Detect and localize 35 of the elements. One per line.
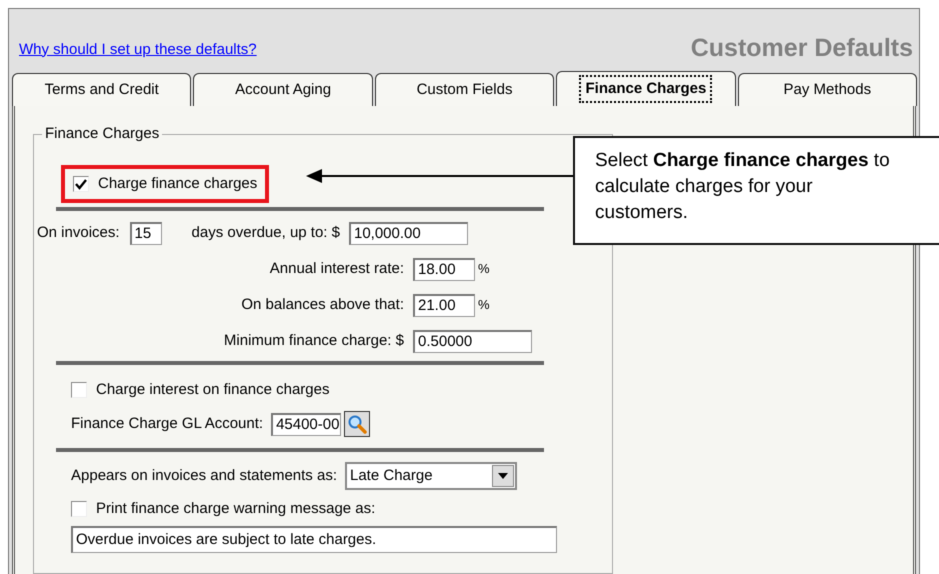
input-field[interactable]: 21.00	[413, 294, 475, 316]
input-field[interactable]: 15	[130, 222, 162, 244]
checkbox-label: Charge interest on finance charges	[96, 380, 330, 400]
unit-label: %	[478, 260, 490, 278]
help-link[interactable]: Why should I set up these defaults?	[19, 38, 257, 61]
caret-icon	[492, 465, 514, 487]
group-title: Finance Charges	[42, 125, 162, 143]
search-button[interactable]	[344, 411, 370, 437]
field-label: Finance Charge GL Account:	[71, 414, 264, 434]
input-field[interactable]: 18.00	[413, 258, 475, 280]
field-label: On balances above that:	[240, 294, 404, 315]
checkbox[interactable]	[73, 176, 89, 192]
field-label: Appears on invoices and statements as:	[71, 466, 337, 486]
input-field[interactable]: 10,000.00	[348, 222, 468, 244]
field-label: Annual interest rate:	[268, 258, 404, 279]
field-label: On invoices:	[37, 222, 120, 243]
field-label: days overdue, up to: $	[192, 222, 340, 243]
tab[interactable]: Custom Fields	[374, 73, 554, 106]
checkbox-label: Print finance charge warning message as:	[96, 498, 376, 519]
tab[interactable]: Terms and Credit	[12, 73, 192, 106]
unit-label: %	[478, 296, 490, 314]
input-field[interactable]: Overdue invoices are subject to late charges.	[71, 526, 557, 553]
page-title: Customer Defaults	[690, 36, 913, 61]
search-icon	[347, 414, 368, 434]
checkbox[interactable]	[71, 382, 87, 398]
checkbox-label: Charge finance charges	[98, 174, 258, 194]
input-field[interactable]: 0.50000	[413, 330, 532, 352]
input-field[interactable]: 45400-00	[271, 412, 342, 436]
tab[interactable]: Finance Charges	[556, 71, 736, 106]
checkbox[interactable]	[71, 501, 87, 517]
dropdown[interactable]: Late Charge	[345, 462, 517, 490]
callout-note: Select Charge finance charges to calculate charges for your customers.	[573, 136, 939, 245]
tab[interactable]: Account Aging	[193, 73, 373, 106]
field-label: Minimum finance charge: $	[222, 330, 404, 351]
tab[interactable]: Pay Methods	[738, 73, 918, 106]
